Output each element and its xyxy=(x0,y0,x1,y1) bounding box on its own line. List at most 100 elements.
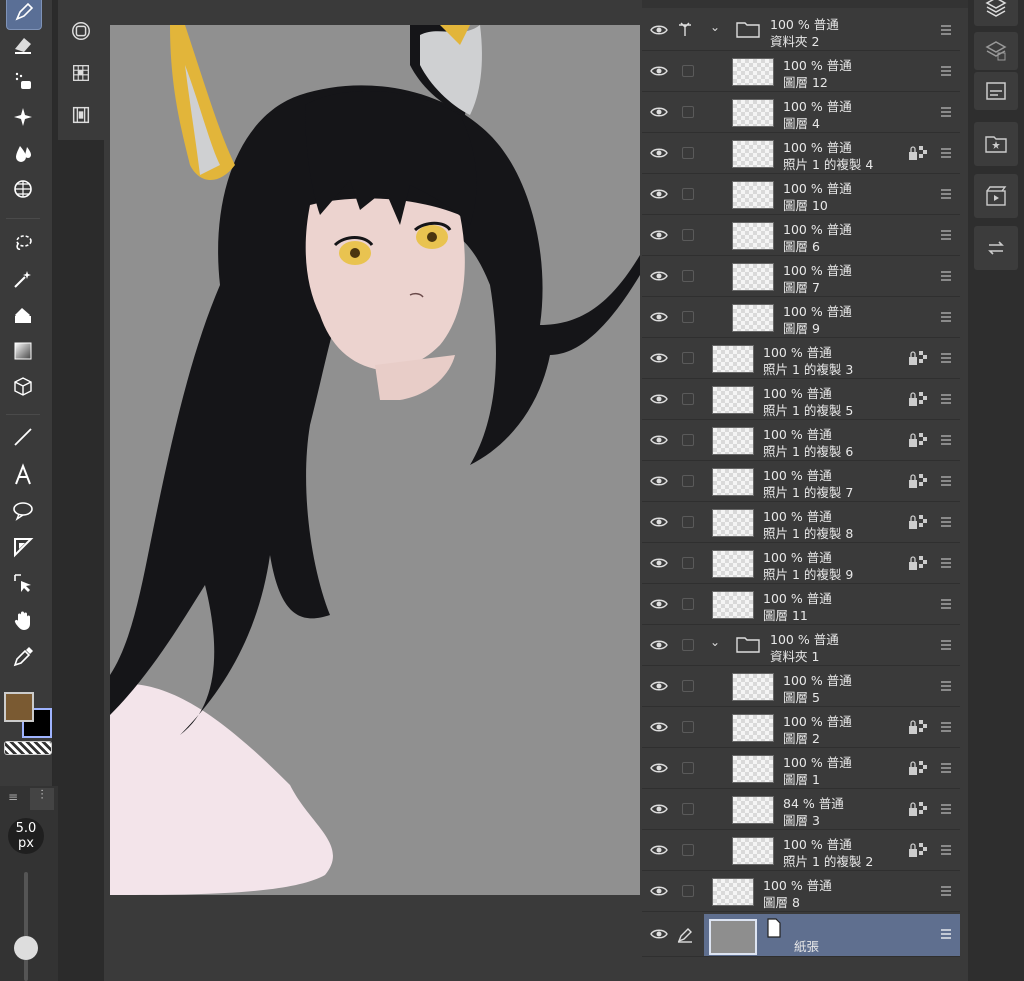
layer-row[interactable]: ⌄ 100 % 普通 資料夾 2 xyxy=(642,10,960,51)
visibility-eye-icon[interactable] xyxy=(650,62,668,80)
layer-row[interactable]: 100 % 普通 照片 1 的複製 7 xyxy=(642,461,960,502)
layer-menu-icon[interactable] xyxy=(940,106,952,118)
layer-menu-icon[interactable] xyxy=(940,639,952,651)
layer-menu-icon[interactable] xyxy=(940,393,952,405)
eraser-tool[interactable] xyxy=(6,28,40,62)
layer-menu-icon[interactable] xyxy=(940,762,952,774)
sub-tool-button[interactable] xyxy=(66,16,96,46)
grid-tool[interactable] xyxy=(6,172,40,206)
visibility-eye-icon[interactable] xyxy=(650,513,668,531)
visibility-eye-icon[interactable] xyxy=(650,882,668,900)
fill-tool[interactable] xyxy=(6,298,40,332)
panel-menu-icon[interactable]: ≡ xyxy=(8,790,18,804)
layer-menu-icon[interactable] xyxy=(940,516,952,528)
reference-lock-icon[interactable] xyxy=(908,144,928,162)
layer-row[interactable]: 100 % 普通 照片 1 的複製 5 xyxy=(642,379,960,420)
layer-row-paper[interactable]: 紙張 xyxy=(642,914,960,957)
layer-checkbox[interactable] xyxy=(682,557,694,569)
layer-checkbox[interactable] xyxy=(682,598,694,610)
layer-row[interactable]: 100 % 普通 照片 1 的複製 3 xyxy=(642,338,960,379)
layer-checkbox[interactable] xyxy=(682,721,694,733)
layer-menu-icon[interactable] xyxy=(940,844,952,856)
sub-tool-button[interactable] xyxy=(66,100,96,130)
visibility-eye-icon[interactable] xyxy=(650,103,668,121)
layer-menu-icon[interactable] xyxy=(940,803,952,815)
layer-checkbox[interactable] xyxy=(682,516,694,528)
reference-lock-icon[interactable] xyxy=(908,390,928,408)
layer-checkbox[interactable] xyxy=(682,270,694,282)
layer-row[interactable]: 100 % 普通 照片 1 的複製 2 xyxy=(642,830,960,871)
layer-menu-icon[interactable] xyxy=(940,65,952,77)
layer-menu-icon[interactable] xyxy=(940,598,952,610)
layer-checkbox[interactable] xyxy=(682,639,694,651)
layer-menu-icon[interactable] xyxy=(940,721,952,733)
visibility-eye-icon[interactable] xyxy=(650,308,668,326)
layer-row[interactable]: 100 % 普通 圖層 4 xyxy=(642,92,960,133)
folder-expand-chevron-icon[interactable]: ⌄ xyxy=(710,20,720,34)
visibility-eye-icon[interactable] xyxy=(650,718,668,736)
blend-tool[interactable] xyxy=(6,136,40,170)
magic-wand-tool[interactable] xyxy=(6,262,40,296)
visibility-eye-icon[interactable] xyxy=(650,636,668,654)
object-select-tool[interactable] xyxy=(6,566,40,600)
lasso-tool[interactable] xyxy=(6,226,40,260)
visibility-eye-icon[interactable] xyxy=(650,349,668,367)
folder-expand-chevron-icon[interactable]: ⌄ xyxy=(710,635,720,649)
visibility-eye-icon[interactable] xyxy=(650,841,668,859)
layer-menu-icon[interactable] xyxy=(940,352,952,364)
visibility-eye-icon[interactable] xyxy=(650,472,668,490)
layer-checkbox[interactable] xyxy=(682,762,694,774)
layer-menu-icon[interactable] xyxy=(940,24,952,36)
layer-row[interactable]: 100 % 普通 圖層 11 xyxy=(642,584,960,625)
layer-menu-icon[interactable] xyxy=(940,311,952,323)
visibility-eye-icon[interactable] xyxy=(650,800,668,818)
history-panel-button[interactable] xyxy=(974,226,1018,270)
3d-tool[interactable] xyxy=(6,370,40,404)
visibility-eye-icon[interactable] xyxy=(650,185,668,203)
layer-checkbox[interactable] xyxy=(682,147,694,159)
reference-lock-icon[interactable] xyxy=(908,554,928,572)
reference-lock-icon[interactable] xyxy=(908,431,928,449)
layer-checkbox[interactable] xyxy=(682,188,694,200)
layer-menu-icon[interactable] xyxy=(940,475,952,487)
layer-row[interactable]: 100 % 普通 圖層 8 xyxy=(642,871,960,912)
layer-menu-icon[interactable] xyxy=(940,557,952,569)
layer-checkbox[interactable] xyxy=(682,311,694,323)
eyedropper-tool[interactable] xyxy=(6,640,40,674)
layer-row[interactable]: 100 % 普通 圖層 12 xyxy=(642,51,960,92)
drawing-canvas[interactable] xyxy=(110,25,640,895)
reference-lock-icon[interactable] xyxy=(908,800,928,818)
layer-checkbox[interactable] xyxy=(682,803,694,815)
layer-row[interactable]: 100 % 普通 圖層 6 xyxy=(642,215,960,256)
hand-tool[interactable] xyxy=(6,604,40,638)
gradient-tool[interactable] xyxy=(6,334,40,368)
layer-menu-icon[interactable] xyxy=(940,147,952,159)
airbrush-tool[interactable] xyxy=(6,64,40,98)
visibility-eye-icon[interactable] xyxy=(650,925,668,943)
visibility-eye-icon[interactable] xyxy=(650,267,668,285)
reference-lock-icon[interactable] xyxy=(908,759,928,777)
layer-row[interactable]: 100 % 普通 照片 1 的複製 4 xyxy=(642,133,960,174)
material-panel-button[interactable] xyxy=(974,32,1018,70)
balloon-tool[interactable] xyxy=(6,494,40,528)
line-tool[interactable] xyxy=(6,420,40,454)
layer-menu-icon[interactable] xyxy=(940,188,952,200)
layer-menu-icon[interactable] xyxy=(940,680,952,692)
layer-menu-icon[interactable] xyxy=(940,270,952,282)
reference-lock-icon[interactable] xyxy=(908,349,928,367)
layer-row[interactable]: ⌄ 100 % 普通 資料夾 1 xyxy=(642,625,960,666)
visibility-eye-icon[interactable] xyxy=(650,431,668,449)
transparent-color-swatch[interactable] xyxy=(4,741,52,755)
reference-lock-icon[interactable] xyxy=(908,513,928,531)
layer-property-icon[interactable] xyxy=(676,20,694,38)
layer-checkbox[interactable] xyxy=(682,106,694,118)
decoration-tool[interactable] xyxy=(6,100,40,134)
layer-row[interactable]: 100 % 普通 圖層 5 xyxy=(642,666,960,707)
reference-lock-icon[interactable] xyxy=(908,841,928,859)
layer-checkbox[interactable] xyxy=(682,229,694,241)
pen-tool[interactable] xyxy=(6,0,42,30)
visibility-eye-icon[interactable] xyxy=(650,21,668,39)
layer-checkbox[interactable] xyxy=(682,434,694,446)
ruler-tool[interactable] xyxy=(6,530,40,564)
layers-panel-button[interactable] xyxy=(974,0,1018,26)
